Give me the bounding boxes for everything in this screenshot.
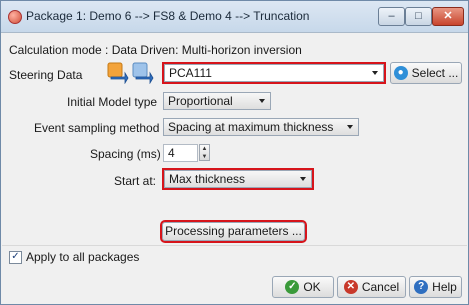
event-sampling-value: Spacing at maximum thickness [168,120,334,134]
ok-button[interactable]: ✓ OK [272,276,334,298]
steering-blue-arrow-icon[interactable] [132,62,154,85]
chevron-down-icon [372,71,378,75]
title-bar[interactable]: Package 1: Demo 6 --> FS8 & Demo 4 --> T… [1,1,468,33]
processing-parameters-button[interactable]: Processing parameters ... [160,220,307,243]
chevron-down-icon [347,125,353,129]
start-at-value: Max thickness [169,172,246,186]
chevron-down-icon [259,99,265,103]
help-question-icon: ? [414,279,429,294]
event-sampling-select[interactable]: Spacing at maximum thickness [163,118,359,136]
initial-model-label: Initial Model type [67,95,158,109]
minimize-button[interactable]: – [378,7,405,26]
window-title: Package 1: Demo 6 --> FS8 & Demo 4 --> T… [26,9,310,23]
divider [2,245,467,246]
spacing-value: 4 [168,146,175,160]
select-button-label: Select ... [411,66,459,80]
initial-model-select[interactable]: Proportional [163,92,271,110]
app-icon [8,10,22,24]
help-button-label: Help [432,280,457,294]
spacing-stepper[interactable]: ▲ ▼ [199,144,210,161]
initial-model-value: Proportional [168,94,233,108]
select-button[interactable]: ● Select ... [390,62,462,84]
start-at-select[interactable]: Max thickness [162,168,314,190]
cancel-button-label: Cancel [361,280,400,294]
dialog-window: Package 1: Demo 6 --> FS8 & Demo 4 --> T… [0,0,469,305]
steering-data-select[interactable]: PCA111 [162,62,386,84]
steering-data-value: PCA111 [169,66,212,80]
start-at-label: Start at: [114,174,157,188]
steering-orange-arrow-icon[interactable] [107,62,129,85]
calculation-mode-text: Calculation mode : Data Driven: Multi-ho… [9,43,302,57]
close-button[interactable]: ✕ [432,7,464,26]
spacing-label: Spacing (ms) [90,147,161,161]
ok-button-label: OK [303,280,321,294]
spacing-input[interactable]: 4 [163,144,198,162]
select-icon: ● [393,65,408,80]
ok-check-icon: ✓ [285,279,300,294]
apply-to-all-label: Apply to all packages [26,250,140,264]
cancel-x-icon: ✕ [343,279,358,294]
steering-data-label: Steering Data [9,68,83,82]
help-button[interactable]: ? Help [409,276,462,298]
apply-to-all-checkbox[interactable]: ✓ [9,251,22,264]
chevron-down-icon [300,177,306,181]
event-sampling-label: Event sampling method [34,121,160,135]
maximize-button[interactable]: □ [405,7,432,26]
cancel-button[interactable]: ✕ Cancel [337,276,406,298]
